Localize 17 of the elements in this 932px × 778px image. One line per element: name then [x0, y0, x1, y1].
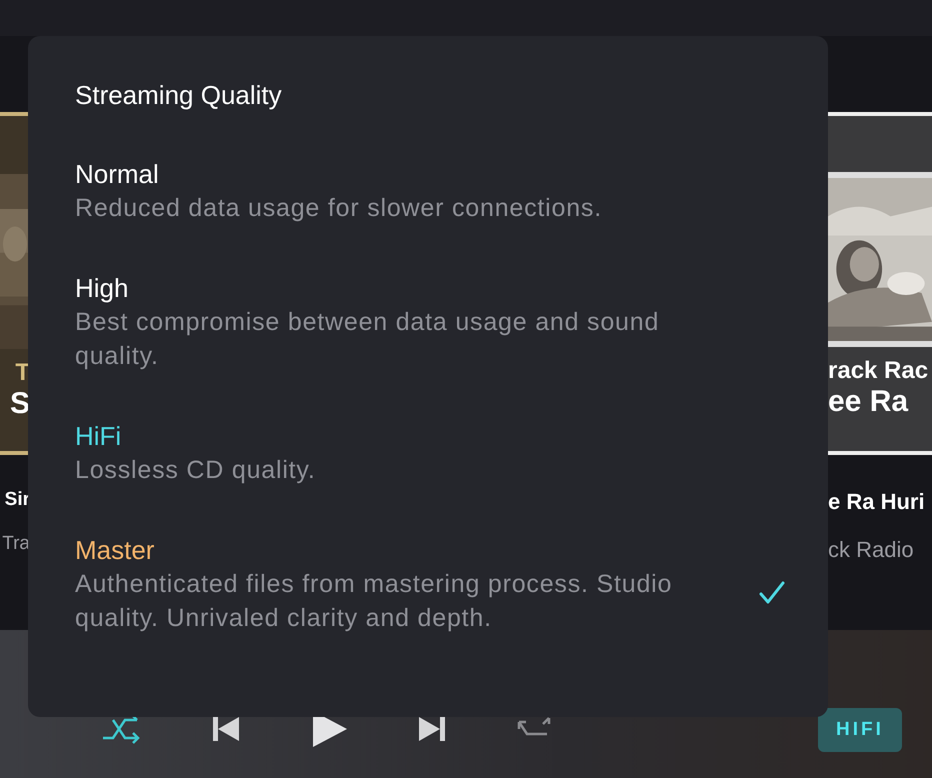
track-title: e Ra Huri [828, 489, 925, 515]
track-title: Sir [4, 489, 30, 511]
option-name[interactable]: HiFi [75, 419, 122, 453]
card-title: S [10, 387, 30, 421]
card-title: ee Ra [828, 385, 908, 419]
option-name[interactable]: High [75, 271, 128, 305]
dialog-title: Streaming Quality [75, 80, 282, 111]
card-subtitle: rack Rac [828, 357, 928, 385]
option-description: Authenticated files from mastering process. Studio quality. Unrivaled clarity and depth. [75, 569, 674, 634]
album-card[interactable]: rack Rac ee Ra [828, 112, 932, 455]
option-description: Reduced data usage for slower connections. [75, 193, 602, 224]
track-subtitle: ck Radio [828, 537, 914, 563]
option-description: Best compromise between data usage and sound quality. [75, 307, 660, 372]
option-name[interactable]: Normal [75, 157, 159, 191]
option-name[interactable]: Master [75, 533, 154, 567]
option-description: Lossless CD quality. [75, 455, 316, 486]
quality-badge[interactable]: HIFI [818, 708, 902, 752]
